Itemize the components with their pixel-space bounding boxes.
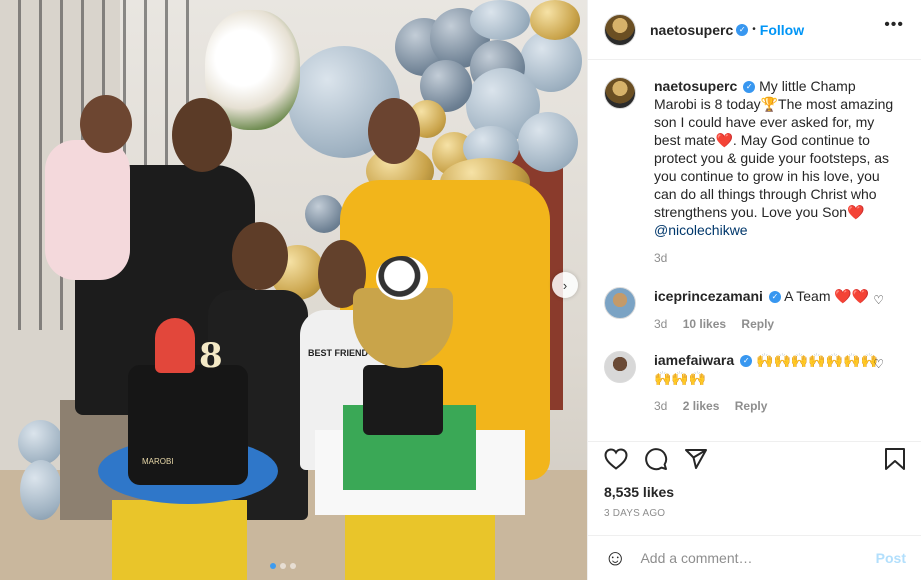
trophy-base	[363, 365, 443, 435]
post-photo[interactable]: BEST FRIEND MAROBI 8 ›	[0, 0, 587, 580]
reply-button[interactable]: Reply	[735, 399, 768, 413]
separator-dot: •	[752, 24, 756, 35]
more-icon[interactable]: •••	[884, 16, 904, 34]
avatar[interactable]	[604, 287, 636, 319]
share-paper-plane-icon[interactable]	[684, 447, 708, 477]
cake-number: 8	[199, 336, 223, 376]
chevron-right-icon: ›	[562, 277, 568, 293]
carousel-dot	[280, 563, 286, 569]
balloon	[20, 460, 62, 520]
comment-time[interactable]: 3d	[654, 317, 667, 331]
carousel-dots	[270, 563, 296, 569]
emoji-icon[interactable]: ☺	[604, 545, 626, 571]
comment-username[interactable]: iceprincezamani	[654, 288, 763, 304]
like-heart-icon[interactable]	[604, 448, 628, 476]
balloon	[305, 195, 343, 233]
father-head	[172, 98, 232, 172]
balloon	[518, 112, 578, 172]
like-comment-heart-icon[interactable]: ♡	[873, 357, 884, 371]
heart-emoji: ❤️	[847, 204, 865, 220]
comment-text: A Team ❤️❤️	[784, 288, 870, 304]
follow-button[interactable]: Follow	[760, 22, 804, 38]
carousel-next-button[interactable]: ›	[552, 272, 578, 298]
heart-emoji: ❤️	[715, 132, 733, 148]
carousel-dot	[270, 563, 276, 569]
comment-meta: 3d 2 likes Reply	[654, 397, 894, 415]
shirt-text: BEST FRIEND	[308, 348, 369, 358]
comment-username[interactable]: iamefaiwara	[654, 352, 734, 368]
among-us-cake: MAROBI	[128, 365, 248, 485]
cake-stand	[112, 500, 247, 580]
comment-input[interactable]	[640, 550, 851, 566]
caption-username[interactable]: naetosuperc	[654, 78, 737, 94]
avatar[interactable]	[604, 13, 636, 46]
cake-text: MAROBI	[142, 457, 174, 466]
baby-figure	[45, 140, 130, 280]
bookmark-icon[interactable]	[884, 447, 906, 477]
verified-icon: ✓	[768, 291, 781, 304]
caption-meta: 3d	[654, 249, 894, 267]
verified-icon: ✓	[743, 81, 756, 94]
comments-section: naetosuperc ✓ My little Champ Marobi is 8…	[588, 61, 921, 441]
avatar[interactable]	[604, 351, 636, 383]
comment-likes[interactable]: 10 likes	[683, 317, 726, 331]
caption: naetosuperc ✓ My little Champ Marobi is 8…	[604, 77, 906, 267]
boy-head	[232, 222, 288, 290]
post-header: naetosuperc ✓ • Follow •••	[588, 0, 921, 60]
among-us-topper	[155, 318, 195, 373]
verified-icon: ✓	[736, 23, 749, 36]
comment-body: iceprincezamani ✓ A Team ❤️❤️ 3d 10 likes…	[654, 287, 894, 333]
comment-meta: 3d 10 likes Reply	[654, 315, 894, 333]
post-actions: 8,535 likes 3 DAYS AGO	[588, 441, 921, 519]
comment: iamefaiwara ✓ 🙌🙌🙌🙌🙌🙌🙌🙌🙌🙌 3d 2 likes Reply…	[604, 351, 906, 415]
balloon	[18, 420, 63, 465]
carousel-dot	[290, 563, 296, 569]
post-button[interactable]: Post	[876, 550, 906, 566]
post-age[interactable]: 3 DAYS AGO	[604, 508, 906, 519]
mother-head	[368, 98, 420, 164]
verified-icon: ✓	[740, 355, 753, 368]
mention-link[interactable]: @nicolechikwe	[654, 222, 748, 238]
football	[376, 256, 428, 300]
post-side-panel: naetosuperc ✓ • Follow ••• naetosuperc ✓ …	[587, 0, 921, 580]
likes-count[interactable]: 8,535 likes	[604, 484, 906, 500]
balloon	[470, 0, 530, 40]
caption-body: naetosuperc ✓ My little Champ Marobi is 8…	[654, 77, 894, 267]
balloon	[530, 0, 580, 40]
like-comment-heart-icon[interactable]: ♡	[873, 293, 884, 307]
trophy-emoji: 🏆	[760, 96, 779, 112]
comment: iceprincezamani ✓ A Team ❤️❤️ 3d 10 likes…	[604, 287, 906, 333]
action-icons	[604, 442, 906, 482]
comment-body: iamefaiwara ✓ 🙌🙌🙌🙌🙌🙌🙌🙌🙌🙌 3d 2 likes Reply	[654, 351, 894, 415]
baby-head	[80, 95, 132, 153]
comment-bubble-icon[interactable]	[644, 447, 668, 477]
add-comment-bar: ☺ Post	[588, 535, 921, 580]
reply-button[interactable]: Reply	[741, 317, 774, 331]
avatar[interactable]	[604, 77, 636, 109]
caption-time[interactable]: 3d	[654, 251, 667, 265]
comment-time[interactable]: 3d	[654, 399, 667, 413]
header-username[interactable]: naetosuperc	[650, 22, 733, 38]
comment-likes[interactable]: 2 likes	[683, 399, 720, 413]
